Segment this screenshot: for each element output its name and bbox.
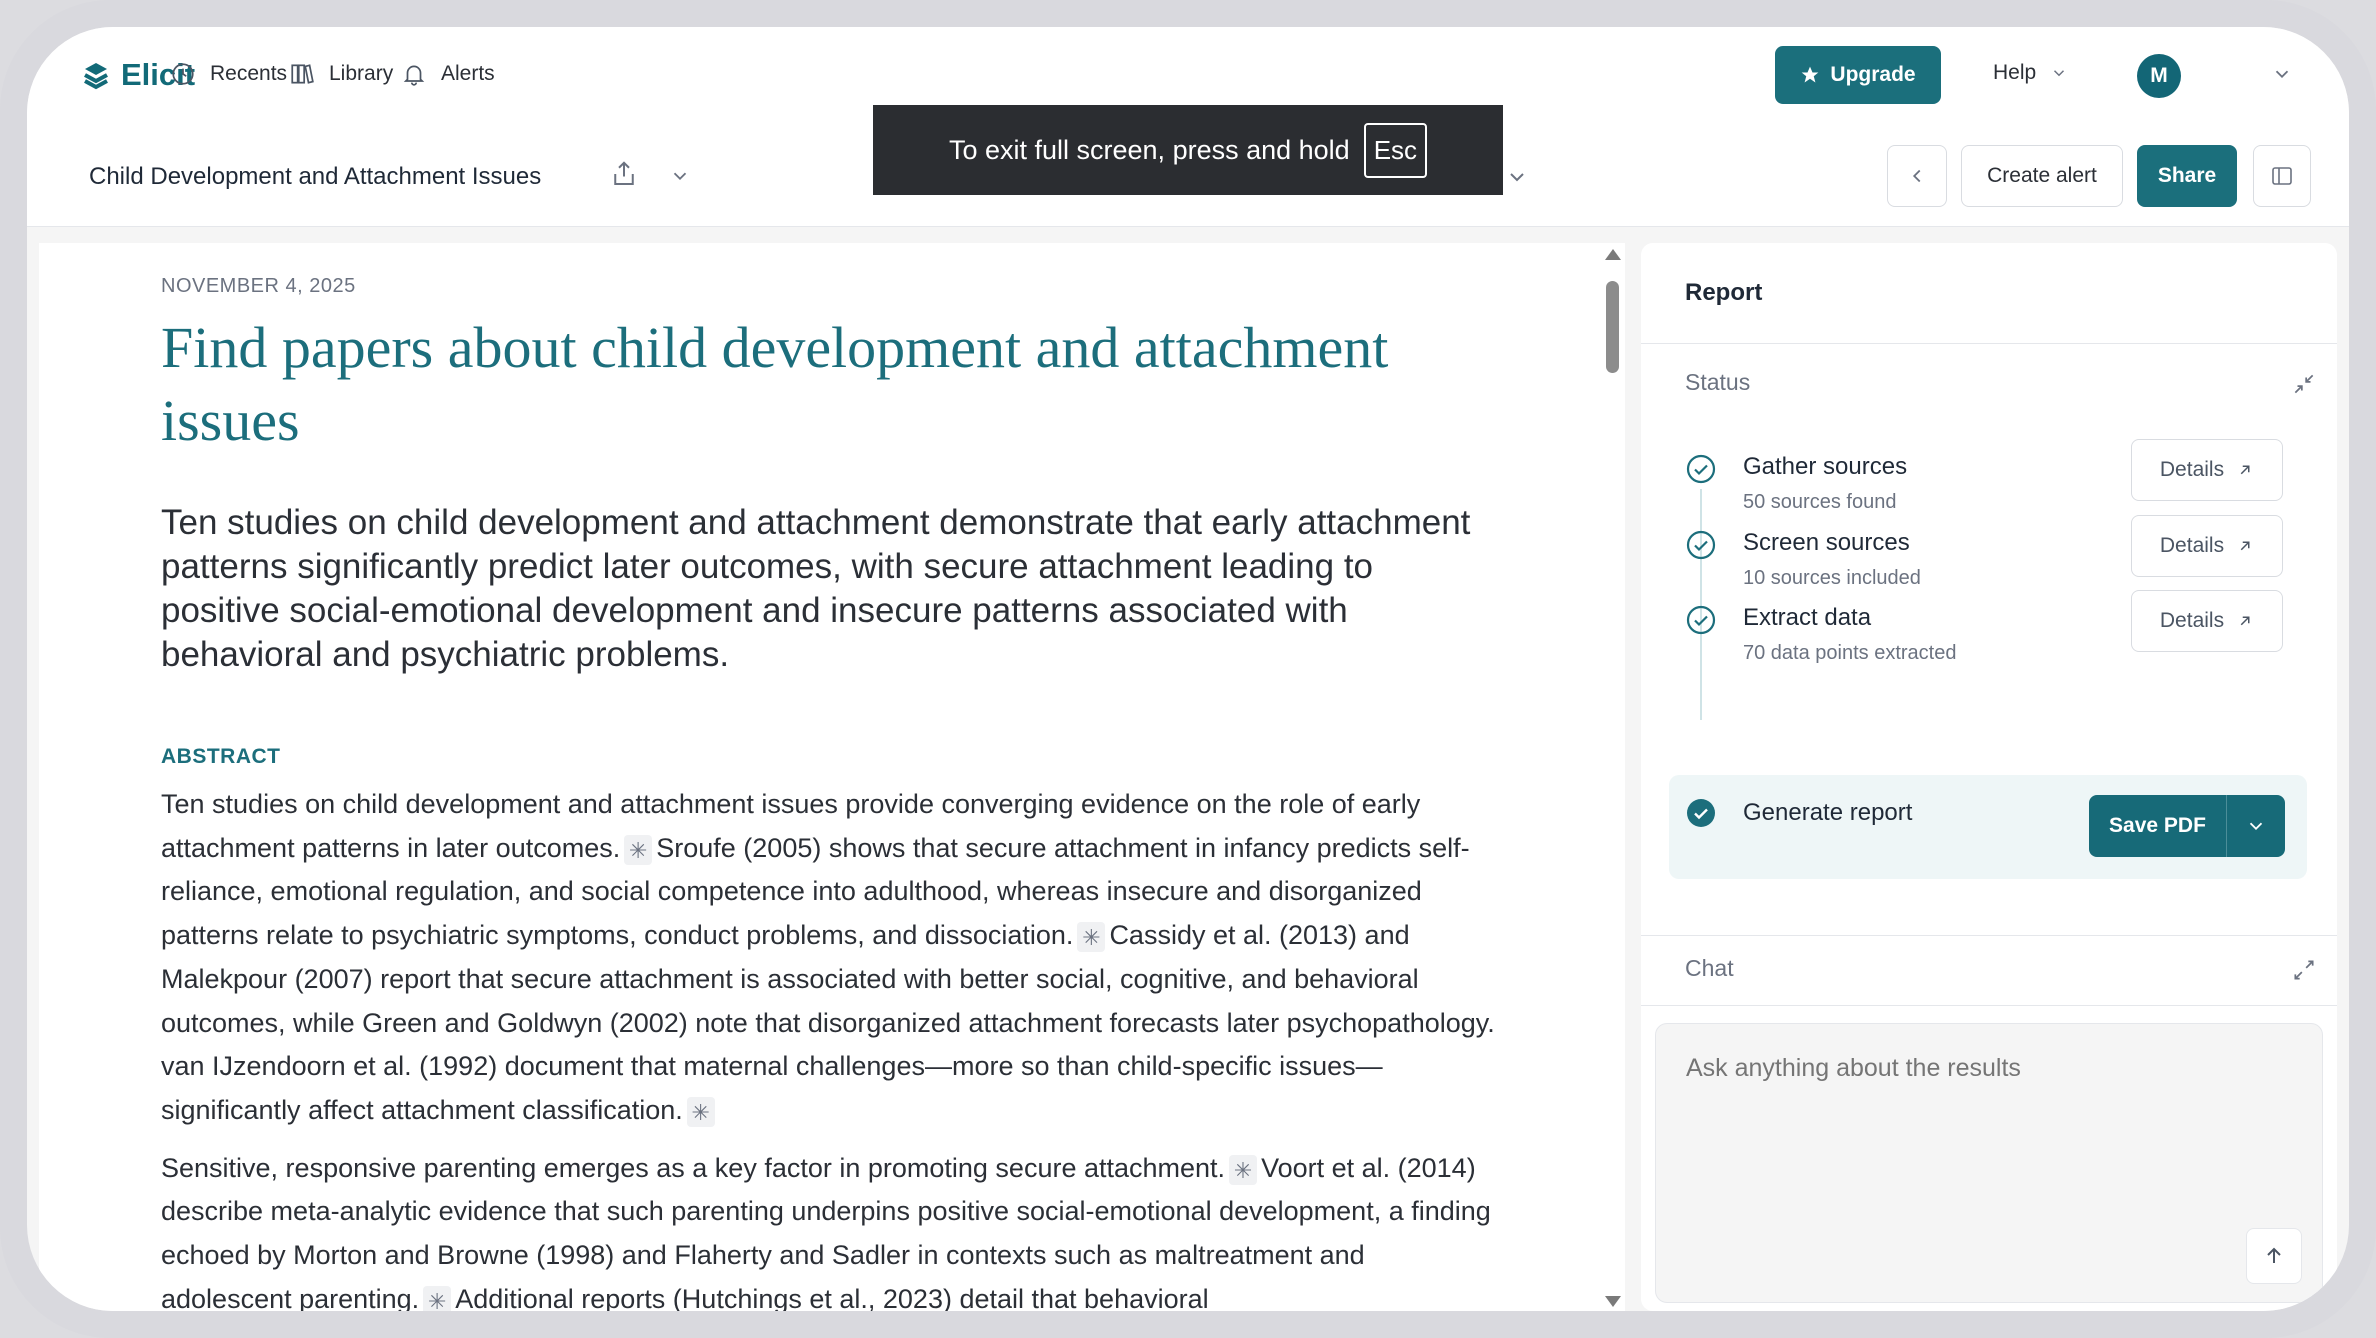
save-pdf-dropdown[interactable] [2227,795,2285,857]
step-subtitle: 10 sources included [1743,567,1921,589]
report-summary: Ten studies on child development and att… [161,503,1471,674]
star-icon [1802,66,1819,83]
document-scrollbar[interactable] [1601,243,1625,1311]
upgrade-label: Upgrade [1830,63,1916,86]
create-alert-button[interactable]: Create alert [1961,145,2123,207]
report-panel-title: Report [1685,279,1763,306]
send-button[interactable] [2246,1228,2302,1284]
status-heading: Status [1685,369,1751,395]
step-title: Extract data [1743,604,1872,631]
citation-marker[interactable]: ✳ [624,834,653,865]
scroll-up-arrow-icon[interactable] [1605,249,1621,260]
chevron-down-icon [2249,822,2263,831]
save-pdf-button[interactable]: Save PDF [2089,795,2227,857]
abstract-heading: ABSTRACT [161,745,281,768]
check-circle-icon [1686,605,1716,635]
abstract-sentence: Additional reports (Hutchings et al., 20… [455,1283,1209,1311]
details-button[interactable]: Details [2131,590,2283,652]
help-menu[interactable]: Help [1993,61,2068,85]
arrow-up-icon [2267,1247,2281,1263]
expand-icon[interactable] [2291,957,2317,983]
details-label: Details [2159,458,2225,481]
arrow-up-right-icon [2240,616,2250,626]
step-connector [1700,640,1702,720]
arrow-up-right-icon [2240,541,2250,551]
elicit-logo-icon [84,63,108,90]
check-circle-filled-icon [1687,799,1715,827]
citation-marker[interactable]: ✳ [423,1285,452,1311]
nav-alerts-label: Alerts [441,62,495,85]
arrow-up-right-icon [2240,465,2250,475]
nav-alerts[interactable]: Alerts [401,61,495,87]
step-subtitle: 50 sources found [1743,491,1897,513]
esc-key-label: Esc [1363,122,1428,178]
chevron-down-icon[interactable] [1505,165,1529,189]
citation-marker[interactable]: ✳ [1229,1154,1258,1185]
step-title: Gather sources [1743,453,1908,480]
step-generate-report: Generate report Save PDF [1669,775,2307,879]
step-title: Screen sources [1743,529,1910,556]
app-window: Elicit Recents Library Alerts Upgrade He… [27,27,2349,1311]
report-document: NOVEMBER 4, 2025 Find papers about child… [39,243,1625,1311]
abstract-sentence: Sensitive, responsive parenting emerges … [161,1152,1226,1183]
help-label: Help [1993,61,2037,84]
report-date: NOVEMBER 4, 2025 [161,275,356,297]
report-title: Find papers about child development and … [161,315,1389,453]
abstract-body: Ten studies on child development and att… [161,783,1501,1311]
divider [1641,935,2337,936]
scroll-down-arrow-icon[interactable] [1605,1296,1621,1307]
nav-library-label: Library [329,62,394,85]
upgrade-button[interactable]: Upgrade [1775,46,1941,104]
chevron-left-icon [1912,169,1921,183]
clock-icon [172,63,194,85]
details-button[interactable]: Details [2131,515,2283,577]
divider [1641,1005,2337,1006]
back-button[interactable] [1887,145,1947,207]
nav-library[interactable]: Library [289,61,393,87]
sidebar-panel-icon [2272,167,2292,185]
details-label: Details [2159,534,2225,557]
share-label: Share [2157,164,2217,187]
books-icon [291,64,314,84]
abstract-paragraph: Sensitive, responsive parenting emerges … [161,1147,1501,1311]
user-avatar[interactable]: M [2137,54,2181,98]
step-title: Generate report [1743,799,1913,826]
divider [1641,343,2337,344]
account-chevron-down-icon[interactable] [2271,63,2293,85]
citation-marker[interactable]: ✳ [1077,921,1106,952]
share-button[interactable]: Share [2137,145,2237,207]
abstract-paragraph: Ten studies on child development and att… [161,783,1501,1133]
step-subtitle: 70 data points extracted [1743,642,1957,664]
chat-input[interactable] [1686,1054,2286,1083]
scroll-thumb[interactable] [1606,281,1619,373]
details-label: Details [2159,609,2225,632]
bell-icon [403,65,425,86]
fullscreen-toast-message: To exit full screen, press and hold [948,134,1350,165]
save-pdf-split-button: Save PDF [2089,795,2285,857]
chat-heading: Chat [1685,955,1734,981]
chat-composer [1655,1023,2323,1303]
project-chevron-down-icon[interactable] [669,165,691,187]
export-icon[interactable] [609,159,639,189]
project-title[interactable]: Child Development and Attachment Issues [89,163,541,191]
citation-marker[interactable]: ✳ [686,1096,715,1127]
check-circle-icon [1686,530,1716,560]
nav-recents[interactable]: Recents [170,61,287,87]
toggle-sidebar-button[interactable] [2253,145,2311,207]
fullscreen-exit-toast: To exit full screen, press and hold Esc [873,105,1503,195]
create-alert-label: Create alert [1987,164,2097,187]
chevron-down-icon [2054,70,2065,77]
check-circle-icon [1686,454,1716,484]
report-panel: Report Status Gather sources 50 sources … [1641,243,2337,1311]
collapse-icon[interactable] [2291,371,2317,397]
nav-recents-label: Recents [210,62,288,85]
details-button[interactable]: Details [2131,439,2283,501]
abstract-sentence: Cassidy et al. (2013) and Malekpour (200… [161,920,1495,1125]
